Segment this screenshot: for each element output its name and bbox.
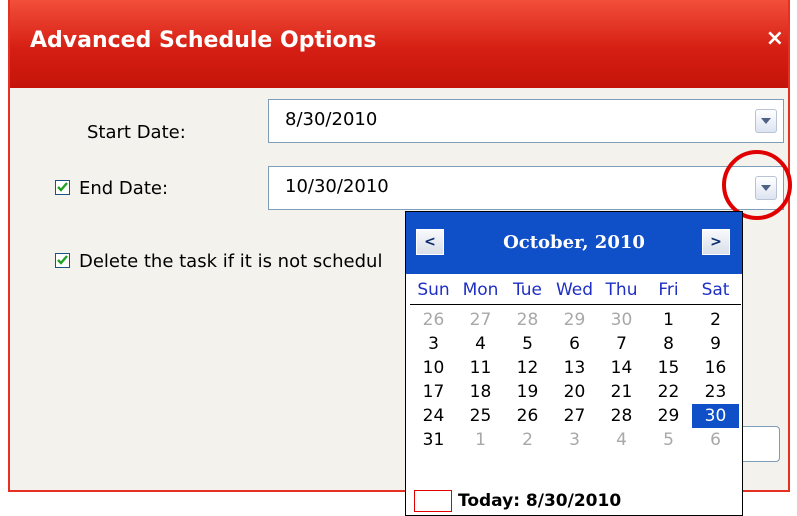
- calendar-day[interactable]: 9: [692, 332, 739, 356]
- calendar-day[interactable]: 22: [645, 380, 692, 404]
- today-marker: [414, 490, 452, 512]
- calendar-day[interactable]: 26: [504, 404, 551, 428]
- calendar-day[interactable]: 3: [410, 332, 457, 356]
- calendar-day[interactable]: 8: [645, 332, 692, 356]
- weekday-label: Mon: [462, 280, 499, 300]
- calendar-day[interactable]: 17: [410, 380, 457, 404]
- chevron-down-icon: [761, 118, 771, 124]
- weekday-label: Fri: [658, 280, 679, 300]
- calendar-day[interactable]: 11: [457, 356, 504, 380]
- delete-task-label: Delete the task if it is not schedul: [79, 251, 383, 272]
- calendar-day[interactable]: 27: [457, 308, 504, 332]
- start-date-label: Start Date:: [87, 122, 186, 143]
- calendar-day[interactable]: 24: [410, 404, 457, 428]
- start-date-value: 8/30/2010: [285, 109, 378, 130]
- end-date-label: End Date:: [79, 178, 169, 199]
- calendar-day[interactable]: 28: [504, 308, 551, 332]
- weekday-label: Thu: [605, 280, 638, 300]
- calendar-day[interactable]: 25: [457, 404, 504, 428]
- start-date-dropdown-button[interactable]: [755, 109, 777, 133]
- calendar-day[interactable]: 29: [551, 308, 598, 332]
- calendar-day[interactable]: 13: [551, 356, 598, 380]
- weekday-label: Wed: [555, 280, 594, 300]
- weekday-header-row: Sun Mon Tue Wed Thu Fri Sat: [410, 280, 741, 305]
- calendar-day[interactable]: 7: [598, 332, 645, 356]
- calendar-month-label: October, 2010: [503, 232, 645, 253]
- delete-task-checkbox[interactable]: [55, 253, 70, 268]
- dialog-title: Advanced Schedule Options: [30, 28, 377, 53]
- start-date-combo[interactable]: 8/30/2010: [268, 99, 784, 143]
- end-date-combo[interactable]: 10/30/2010: [268, 166, 784, 210]
- calendar-day[interactable]: 20: [551, 380, 598, 404]
- next-month-button[interactable]: >: [702, 229, 730, 255]
- calendar-day[interactable]: 2: [504, 428, 551, 452]
- calendar-day[interactable]: 31: [410, 428, 457, 452]
- weekday-label: Sat: [701, 280, 730, 300]
- calendar-day[interactable]: 14: [598, 356, 645, 380]
- calendar-day[interactable]: 4: [457, 332, 504, 356]
- calendar-day[interactable]: 21: [598, 380, 645, 404]
- calendar-popup: < October, 2010 > Sun Mon Tue Wed Thu Fri Sat …: [405, 211, 743, 516]
- close-icon[interactable]: ×: [766, 26, 784, 51]
- highlight-circle: [722, 150, 792, 220]
- calendar-day-selected[interactable]: 30: [692, 404, 739, 428]
- weekday-label: Tue: [512, 280, 543, 300]
- calendar-header: < October, 2010 >: [406, 212, 742, 274]
- weekday-label: Sun: [417, 280, 450, 300]
- calendar-day[interactable]: 29: [645, 404, 692, 428]
- calendar-day[interactable]: 28: [598, 404, 645, 428]
- calendar-day[interactable]: 6: [551, 332, 598, 356]
- checkmark-icon: [57, 255, 68, 265]
- end-date-checkbox[interactable]: [55, 180, 70, 195]
- calendar-day[interactable]: 16: [692, 356, 739, 380]
- calendar-day[interactable]: 6: [692, 428, 739, 452]
- calendar-day[interactable]: 18: [457, 380, 504, 404]
- calendar-day[interactable]: 23: [692, 380, 739, 404]
- calendar-day[interactable]: 1: [457, 428, 504, 452]
- calendar-day[interactable]: 5: [504, 332, 551, 356]
- calendar-day[interactable]: 2: [692, 308, 739, 332]
- calendar-day[interactable]: 15: [645, 356, 692, 380]
- calendar-day[interactable]: 26: [410, 308, 457, 332]
- chevron-right-icon: >: [710, 234, 722, 250]
- calendar-day[interactable]: 30: [598, 308, 645, 332]
- calendar-day[interactable]: 1: [645, 308, 692, 332]
- calendar-day[interactable]: 10: [410, 356, 457, 380]
- end-date-value: 10/30/2010: [285, 176, 389, 197]
- calendar-day[interactable]: 4: [598, 428, 645, 452]
- today-link[interactable]: Today: 8/30/2010: [458, 491, 621, 511]
- chevron-left-icon: <: [424, 234, 436, 250]
- calendar-day[interactable]: 5: [645, 428, 692, 452]
- checkmark-icon: [57, 182, 68, 192]
- calendar-day[interactable]: 27: [551, 404, 598, 428]
- calendar-day[interactable]: 19: [504, 380, 551, 404]
- calendar-day[interactable]: 3: [551, 428, 598, 452]
- calendar-day[interactable]: 12: [504, 356, 551, 380]
- prev-month-button[interactable]: <: [416, 229, 444, 255]
- dialog-titlebar[interactable]: Advanced Schedule Options ×: [10, 0, 788, 88]
